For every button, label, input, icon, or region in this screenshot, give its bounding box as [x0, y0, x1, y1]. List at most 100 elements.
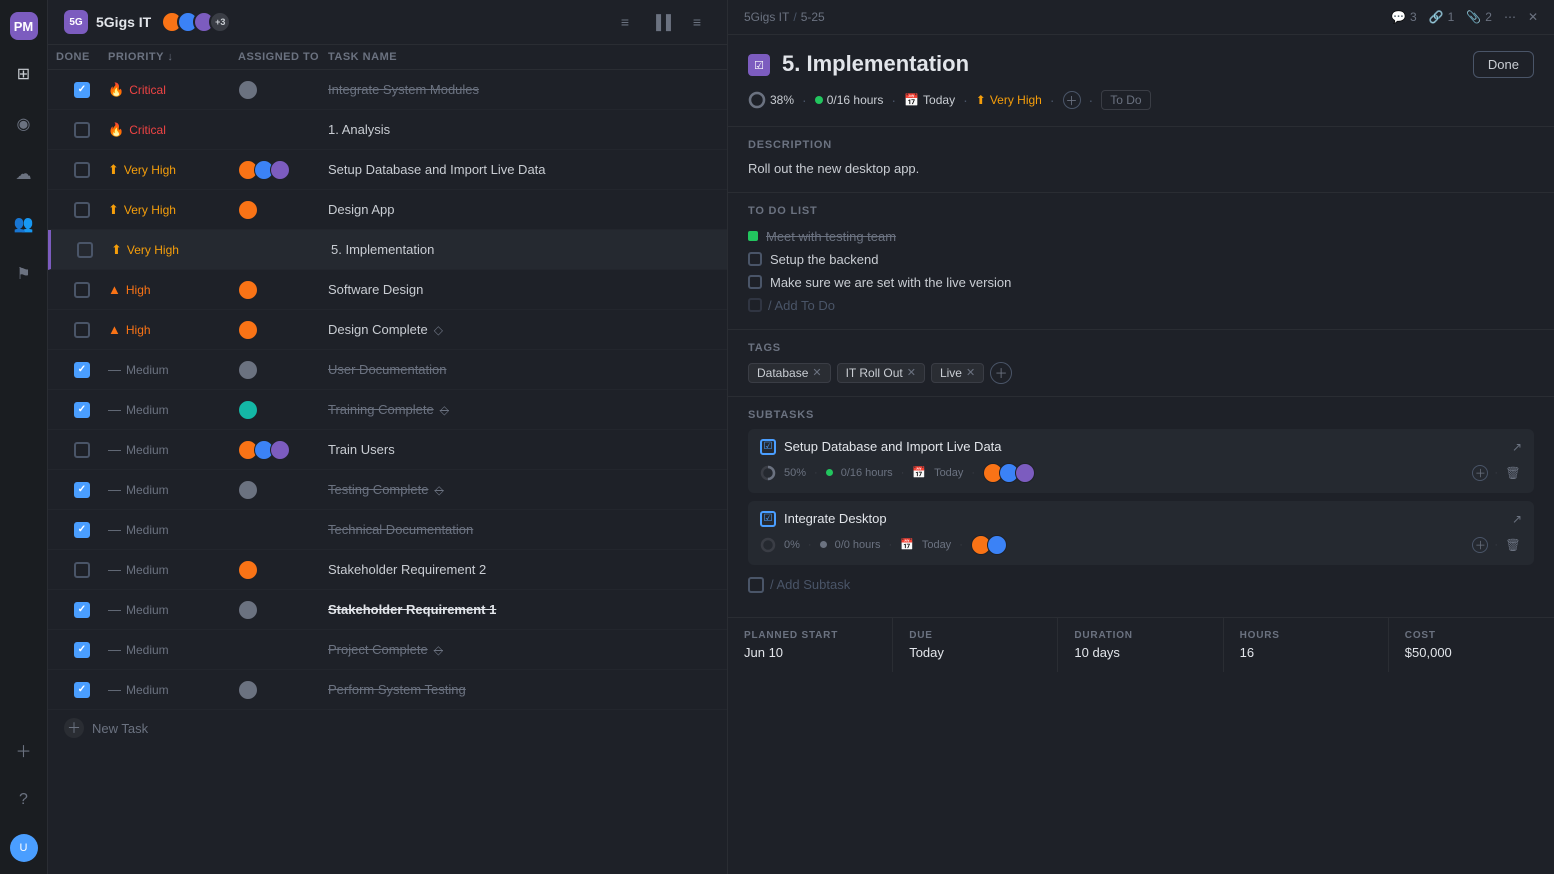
- done-cell[interactable]: [56, 402, 108, 418]
- nav-pulse-icon[interactable]: ◉: [8, 108, 40, 140]
- done-cell[interactable]: [56, 442, 108, 458]
- tag-remove-icon[interactable]: ✕: [907, 366, 916, 379]
- view-list-icon[interactable]: ≡: [611, 8, 639, 36]
- links-button[interactable]: 🔗 1: [1429, 10, 1455, 24]
- done-cell[interactable]: [56, 82, 108, 98]
- table-row[interactable]: ⬆ Very High Setup Database and Import Li…: [48, 150, 727, 190]
- nav-home-icon[interactable]: ⊞: [8, 58, 40, 90]
- hours-item[interactable]: 0/16 hours: [815, 93, 884, 107]
- add-task-icon[interactable]: ＋: [64, 718, 84, 738]
- nav-help-icon[interactable]: ?: [8, 784, 40, 816]
- done-cell[interactable]: [56, 682, 108, 698]
- done-checkbox[interactable]: [77, 242, 93, 258]
- done-checkbox[interactable]: [74, 322, 90, 338]
- subtask-delete-button[interactable]: 🗑: [1504, 464, 1522, 482]
- done-cell[interactable]: [56, 322, 108, 338]
- close-panel-button[interactable]: ✕: [1528, 10, 1538, 24]
- done-checkbox[interactable]: [74, 122, 90, 138]
- done-cell[interactable]: [56, 602, 108, 618]
- view-columns-icon[interactable]: ▐▐: [647, 8, 675, 36]
- done-cell[interactable]: [56, 282, 108, 298]
- avatar[interactable]: U: [10, 834, 38, 862]
- table-row[interactable]: ⬆ Very High 5. Implementation: [48, 230, 727, 270]
- avatar: [238, 320, 258, 340]
- table-row[interactable]: — Medium Train Users: [48, 430, 727, 470]
- table-row[interactable]: 🔥 Critical 1. Analysis: [48, 110, 727, 150]
- done-cell[interactable]: [56, 522, 108, 538]
- subtask-link-icon[interactable]: ↗: [1512, 440, 1522, 454]
- done-checkbox[interactable]: [74, 442, 90, 458]
- task-meta: 38% · 0/16 hours · 📅 Today · ⬆ Very High…: [728, 90, 1554, 126]
- table-row[interactable]: — Medium Project Complete ◇: [48, 630, 727, 670]
- table-row[interactable]: — Medium Testing Complete ◇: [48, 470, 727, 510]
- done-checkbox[interactable]: [74, 482, 90, 498]
- add-todo-placeholder: / Add To Do: [768, 298, 835, 313]
- done-cell[interactable]: [56, 122, 108, 138]
- progress-item[interactable]: 38%: [748, 91, 794, 109]
- done-checkbox[interactable]: [74, 602, 90, 618]
- subtask-delete-button[interactable]: 🗑: [1504, 536, 1522, 554]
- done-button[interactable]: Done: [1473, 51, 1534, 78]
- app-logo[interactable]: PM: [10, 12, 38, 40]
- priority-icon: —: [108, 682, 121, 697]
- done-cell[interactable]: [59, 242, 111, 258]
- done-checkbox[interactable]: [74, 402, 90, 418]
- date-item[interactable]: 📅 Today: [904, 93, 955, 107]
- table-row[interactable]: 🔥 Critical Integrate System Modules: [48, 70, 727, 110]
- priority-item[interactable]: ⬆ Very High: [976, 93, 1042, 107]
- list-item: ☑ Setup Database and Import Live Data ↗ …: [748, 429, 1534, 493]
- add-assignee-button[interactable]: ＋: [1063, 91, 1081, 109]
- table-row[interactable]: — Medium Stakeholder Requirement 1: [48, 590, 727, 630]
- table-row[interactable]: — Medium Stakeholder Requirement 2: [48, 550, 727, 590]
- done-checkbox[interactable]: [74, 162, 90, 178]
- todo-checkbox[interactable]: [748, 275, 762, 289]
- more-options-button[interactable]: ⋯: [1504, 10, 1516, 24]
- view-grid-icon[interactable]: ≡: [683, 8, 711, 36]
- nav-cloud-icon[interactable]: ☁: [8, 158, 40, 190]
- done-checkbox[interactable]: [74, 682, 90, 698]
- done-cell[interactable]: [56, 562, 108, 578]
- table-row[interactable]: ⬆ Very High Design App: [48, 190, 727, 230]
- done-checkbox[interactable]: [74, 562, 90, 578]
- subtask-checkbox[interactable]: ☑: [760, 439, 776, 455]
- table-row[interactable]: — Medium Technical Documentation: [48, 510, 727, 550]
- done-cell[interactable]: [56, 162, 108, 178]
- comments-button[interactable]: 💬 3: [1391, 10, 1417, 24]
- done-checkbox[interactable]: [74, 82, 90, 98]
- subtask-add-button[interactable]: ＋: [1472, 537, 1488, 553]
- status-badge[interactable]: To Do: [1101, 90, 1150, 110]
- subtask-add-button[interactable]: ＋: [1472, 465, 1488, 481]
- table-row[interactable]: — Medium Perform System Testing: [48, 670, 727, 710]
- done-cell[interactable]: [56, 642, 108, 658]
- table-row[interactable]: — Medium Training Complete ◇: [48, 390, 727, 430]
- table-row[interactable]: ▲ High Design Complete ◇: [48, 310, 727, 350]
- done-checkbox[interactable]: [74, 522, 90, 538]
- tag-it-roll-out[interactable]: IT Roll Out ✕: [837, 363, 925, 383]
- done-cell[interactable]: [56, 362, 108, 378]
- subtask-checkbox[interactable]: ☑: [760, 511, 776, 527]
- tag-remove-icon[interactable]: ✕: [812, 366, 821, 379]
- nav-team-icon[interactable]: 👥: [8, 208, 40, 240]
- done-checkbox[interactable]: [74, 642, 90, 658]
- done-checkbox[interactable]: [74, 202, 90, 218]
- tag-remove-icon[interactable]: ✕: [966, 366, 975, 379]
- breadcrumb-sprint[interactable]: 5-25: [801, 10, 825, 24]
- todo-checkbox[interactable]: [748, 252, 762, 266]
- done-checkbox[interactable]: [74, 282, 90, 298]
- add-todo-button[interactable]: / Add To Do: [748, 294, 1534, 317]
- nav-flag-icon[interactable]: ⚑: [8, 258, 40, 290]
- attachments-button[interactable]: 📎 2: [1466, 10, 1492, 24]
- nav-add-icon[interactable]: ＋: [8, 734, 40, 766]
- table-row[interactable]: ▲ High Software Design: [48, 270, 727, 310]
- add-subtask-button[interactable]: / Add Subtask: [748, 573, 1534, 597]
- new-task-row[interactable]: ＋ New Task: [48, 710, 727, 746]
- tag-database[interactable]: Database ✕: [748, 363, 831, 383]
- done-cell[interactable]: [56, 482, 108, 498]
- done-checkbox[interactable]: [74, 362, 90, 378]
- add-tag-button[interactable]: ＋: [990, 362, 1012, 384]
- subtask-link-icon[interactable]: ↗: [1512, 512, 1522, 526]
- table-row[interactable]: — Medium User Documentation: [48, 350, 727, 390]
- tag-live[interactable]: Live ✕: [931, 363, 984, 383]
- breadcrumb-project[interactable]: 5Gigs IT: [744, 10, 789, 24]
- done-cell[interactable]: [56, 202, 108, 218]
